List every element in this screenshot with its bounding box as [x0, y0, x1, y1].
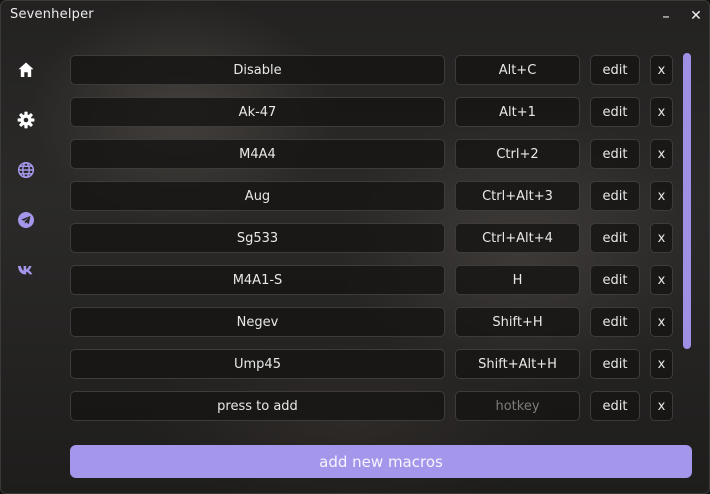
- macro-delete-button[interactable]: x: [650, 55, 673, 85]
- macro-hotkey-field[interactable]: Alt+C: [455, 55, 580, 85]
- macro-delete-button[interactable]: x: [650, 97, 673, 127]
- globe-icon: [17, 161, 35, 179]
- macro-hotkey-field[interactable]: H: [455, 265, 580, 295]
- macro-delete-button[interactable]: x: [650, 223, 673, 253]
- title-bar[interactable]: Sevenhelper – ✕: [1, 1, 709, 31]
- macro-edit-button[interactable]: edit: [590, 97, 640, 127]
- app-window: Sevenhelper – ✕ Disable Alt+C edit x Ak-…: [0, 0, 710, 494]
- macro-name-field[interactable]: Ump45: [70, 349, 445, 379]
- macro-hotkey-field[interactable]: Shift+H: [455, 307, 580, 337]
- macro-edit-button[interactable]: edit: [590, 265, 640, 295]
- macro-hotkey-field[interactable]: Shift+Alt+H: [455, 349, 580, 379]
- macro-name-field[interactable]: Aug: [70, 181, 445, 211]
- sidebar-item-telegram[interactable]: [9, 203, 43, 237]
- macro-edit-button[interactable]: edit: [590, 223, 640, 253]
- sidebar: [9, 53, 43, 303]
- window-title: Sevenhelper: [10, 7, 94, 22]
- macro-name-field[interactable]: Disable: [70, 55, 445, 85]
- sidebar-item-settings[interactable]: [9, 103, 43, 137]
- macro-delete-button[interactable]: x: [650, 307, 673, 337]
- macro-edit-button[interactable]: edit: [590, 181, 640, 211]
- macro-delete-button[interactable]: x: [650, 181, 673, 211]
- macro-name-field[interactable]: Ak-47: [70, 97, 445, 127]
- macro-delete-button[interactable]: x: [650, 139, 673, 169]
- vk-icon: [18, 266, 33, 275]
- macro-edit-button[interactable]: edit: [590, 307, 640, 337]
- macro-hotkey-field[interactable]: Ctrl+2: [455, 139, 580, 169]
- sidebar-item-home[interactable]: [9, 53, 43, 87]
- macro-name-field[interactable]: M4A1-S: [70, 265, 445, 295]
- home-icon: [18, 62, 34, 77]
- sidebar-item-website[interactable]: [9, 153, 43, 187]
- new-macro-name-input[interactable]: press to add: [70, 391, 445, 421]
- macro-hotkey-field[interactable]: Ctrl+Alt+3: [455, 181, 580, 211]
- macro-edit-button[interactable]: edit: [590, 55, 640, 85]
- macro-edit-button[interactable]: edit: [590, 349, 640, 379]
- minimize-button[interactable]: –: [655, 5, 677, 27]
- gear-icon: [17, 111, 35, 129]
- add-new-macros-button[interactable]: add new macros: [70, 445, 692, 478]
- new-macro-delete-button[interactable]: x: [650, 391, 673, 421]
- new-macro-hotkey-input[interactable]: hotkey: [455, 391, 580, 421]
- macro-name-field[interactable]: Negev: [70, 307, 445, 337]
- macro-name-field[interactable]: M4A4: [70, 139, 445, 169]
- new-macro-edit-button[interactable]: edit: [590, 391, 640, 421]
- close-button[interactable]: ✕: [685, 5, 707, 27]
- sidebar-item-vk[interactable]: [9, 253, 43, 287]
- macro-delete-button[interactable]: x: [650, 349, 673, 379]
- macro-hotkey-field[interactable]: Ctrl+Alt+4: [455, 223, 580, 253]
- macro-delete-button[interactable]: x: [650, 265, 673, 295]
- telegram-icon: [18, 212, 34, 228]
- macro-name-field[interactable]: Sg533: [70, 223, 445, 253]
- macro-hotkey-field[interactable]: Alt+1: [455, 97, 580, 127]
- scrollbar-thumb[interactable]: [683, 53, 691, 349]
- macro-edit-button[interactable]: edit: [590, 139, 640, 169]
